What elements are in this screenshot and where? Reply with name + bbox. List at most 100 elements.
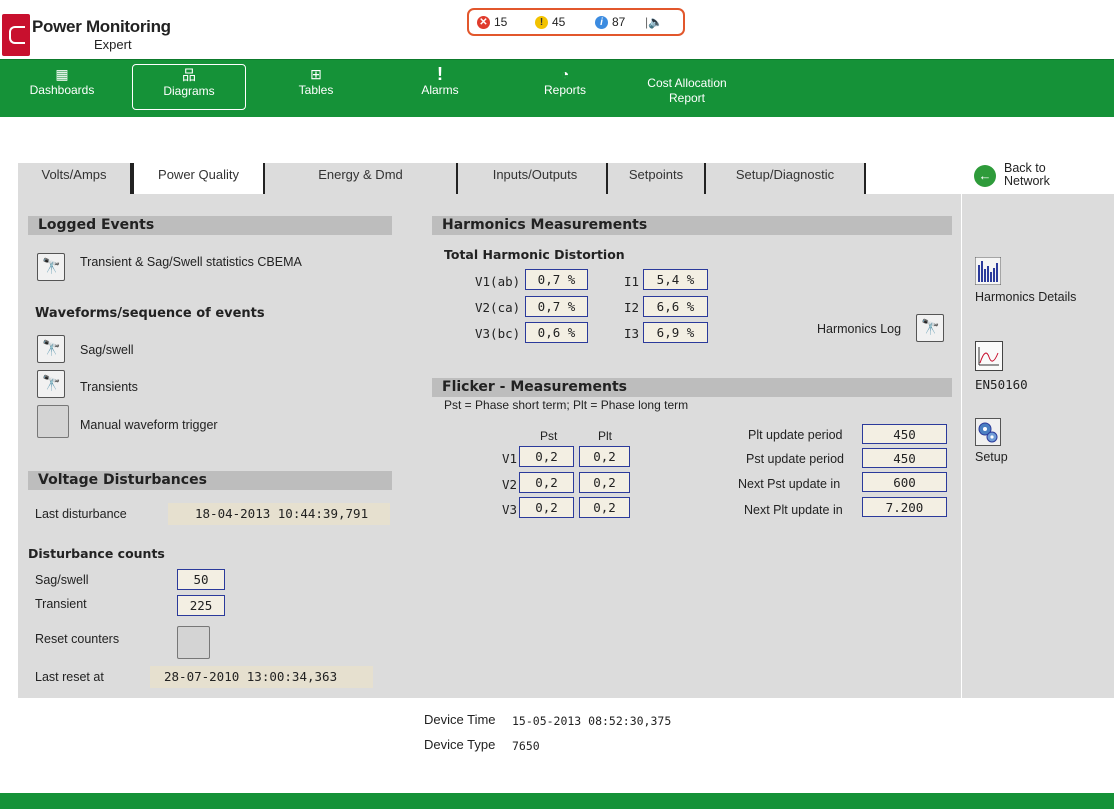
reset-counters-label: Reset counters xyxy=(35,632,120,646)
binoculars-icon: 🔭 xyxy=(42,258,61,275)
reset-counters-button[interactable] xyxy=(177,626,210,659)
nav-diagrams[interactable]: 品 Diagrams xyxy=(132,64,246,110)
binoculars-icon: 🔭 xyxy=(42,375,61,392)
pst-update-period-label: Pst update period xyxy=(746,452,844,466)
transients-button[interactable]: 🔭 xyxy=(37,370,65,398)
bar-chart-icon xyxy=(974,256,1002,286)
last-reset-value: 28-07-2010 13:00:34,363 xyxy=(150,666,373,688)
flicker-v1-pst: 0,2 xyxy=(519,446,574,467)
warning-icon: ! xyxy=(535,15,548,29)
harmonics-details-label[interactable]: Harmonics Details xyxy=(975,290,1076,304)
binoculars-icon: 🔭 xyxy=(921,319,940,336)
flicker-v3-label: V3 xyxy=(502,502,518,517)
alarm-summary[interactable]: ✕ 15 ! 45 i 87 |🔈 xyxy=(467,8,685,36)
en50160-label[interactable]: EN50160 xyxy=(975,377,1028,392)
count-sag-swell-value: 50 xyxy=(177,569,225,590)
alarm-info-count: 87 xyxy=(612,15,626,29)
footer-bar xyxy=(0,793,1114,809)
plt-update-period-label: Plt update period xyxy=(748,428,843,442)
flicker-v1-plt: 0,2 xyxy=(579,446,630,467)
nav-tables-label: Tables xyxy=(298,83,334,97)
alarm-info[interactable]: i 87 xyxy=(595,15,625,29)
back-arrow-icon[interactable]: ← xyxy=(974,165,996,187)
binoculars-icon: 🔭 xyxy=(42,340,61,357)
voltage-disturbances-header: Voltage Disturbances xyxy=(28,471,392,490)
nav-dashboards-label: Dashboards xyxy=(29,83,95,97)
brand-subtitle: Expert xyxy=(94,37,132,52)
back-line2: Network xyxy=(1004,174,1050,188)
nav-alarms-label: Alarms xyxy=(421,83,459,97)
thd-v1-label: V1(ab) xyxy=(475,274,521,289)
tab-energy-dmd[interactable]: Energy & Dmd xyxy=(265,163,458,194)
info-icon: i xyxy=(595,15,608,29)
nav-cost-line2: Report xyxy=(668,91,706,105)
harmonics-log-label: Harmonics Log xyxy=(817,322,902,336)
tab-setpoints[interactable]: Setpoints xyxy=(608,163,706,194)
flicker-v3-plt: 0,2 xyxy=(579,497,630,518)
thd-title: Total Harmonic Distortion xyxy=(444,247,625,262)
cbema-button[interactable]: 🔭 xyxy=(37,253,65,281)
sag-swell-button[interactable]: 🔭 xyxy=(37,335,65,363)
nav-tables[interactable]: ⊞ Tables xyxy=(284,64,348,110)
flicker-v1-label: V1 xyxy=(502,451,518,466)
alarm-errors[interactable]: ✕ 15 xyxy=(477,15,507,29)
harmonics-log-button[interactable]: 🔭 xyxy=(916,314,944,342)
alarm-warnings-count: 45 xyxy=(552,15,566,29)
sound-icon[interactable]: |🔈 xyxy=(645,15,663,29)
last-reset-label: Last reset at xyxy=(35,670,104,684)
report-icon: ◔ xyxy=(560,66,570,82)
nav-reports[interactable]: ◔ Reports xyxy=(530,64,600,110)
flicker-header: Flicker - Measurements xyxy=(432,378,952,397)
setup-button[interactable] xyxy=(975,418,1001,446)
thd-i3-label: I3 xyxy=(624,326,640,341)
logged-events-header: Logged Events xyxy=(28,216,392,235)
thd-i3-value: 6,9 % xyxy=(643,322,708,343)
error-icon: ✕ xyxy=(477,15,490,29)
thd-v3-value: 0,6 % xyxy=(525,322,588,343)
nav-alarms[interactable]: ! Alarms xyxy=(408,64,472,110)
device-type-label: Device Type xyxy=(424,737,496,752)
thd-v2-value: 0,7 % xyxy=(525,296,588,317)
device-time-label: Device Time xyxy=(424,712,496,727)
tab-volts-amps[interactable]: Volts/Amps xyxy=(18,163,132,194)
flicker-col-pst: Pst xyxy=(540,429,558,443)
count-sag-swell-label: Sag/swell xyxy=(35,573,89,587)
count-transient-label: Transient xyxy=(35,597,87,611)
flicker-col-plt: Plt xyxy=(598,429,613,443)
thd-i2-label: I2 xyxy=(624,300,640,315)
disturbance-counts-title: Disturbance counts xyxy=(28,546,165,561)
thd-i1-value: 5,4 % xyxy=(643,269,708,290)
nav-cost-line1: Cost Allocation xyxy=(647,76,727,90)
alarm-warnings[interactable]: ! 45 xyxy=(535,15,565,29)
last-disturbance-label: Last disturbance xyxy=(35,507,127,521)
nav-dashboards[interactable]: ▦ Dashboards xyxy=(22,64,102,110)
count-transient-value: 225 xyxy=(177,595,225,616)
tab-setup-diagnostic[interactable]: Setup/Diagnostic xyxy=(706,163,866,194)
flicker-v2-pst: 0,2 xyxy=(519,472,574,493)
tab-power-quality[interactable]: Power Quality xyxy=(132,163,265,194)
gear-icon xyxy=(975,418,1001,446)
flicker-v2-plt: 0,2 xyxy=(579,472,630,493)
next-pst-update-label: Next Pst update in xyxy=(738,477,841,491)
thd-v3-label: V3(bc) xyxy=(475,326,521,341)
tab-inputs-outputs[interactable]: Inputs/Outputs xyxy=(458,163,608,194)
next-plt-update-label: Next Plt update in xyxy=(744,503,843,517)
transients-label: Transients xyxy=(80,380,138,394)
manual-trigger-label: Manual waveform trigger xyxy=(80,418,218,432)
waveforms-title: Waveforms/sequence of events xyxy=(35,306,265,321)
logo-icon xyxy=(2,14,30,56)
next-pst-update-value: 600 xyxy=(862,472,947,492)
main-nav: ▦ Dashboards 品 Diagrams ⊞ Tables ! Alarm… xyxy=(0,59,1114,117)
back-to-network-link[interactable]: Back to Network xyxy=(1004,162,1050,188)
diagram-icon: 品 xyxy=(182,67,196,83)
setup-label[interactable]: Setup xyxy=(975,450,1008,464)
nav-cost-allocation[interactable]: Cost Allocation Report xyxy=(632,76,742,122)
thd-i1-label: I1 xyxy=(624,274,640,289)
manual-trigger-button[interactable] xyxy=(37,405,69,438)
flicker-v3-pst: 0,2 xyxy=(519,497,574,518)
harmonics-details-button[interactable] xyxy=(974,256,1002,286)
thd-i2-value: 6,6 % xyxy=(643,296,708,317)
harmonics-header: Harmonics Measurements xyxy=(432,216,952,235)
en50160-button[interactable] xyxy=(975,341,1003,371)
device-type-value: 7650 xyxy=(512,739,540,753)
